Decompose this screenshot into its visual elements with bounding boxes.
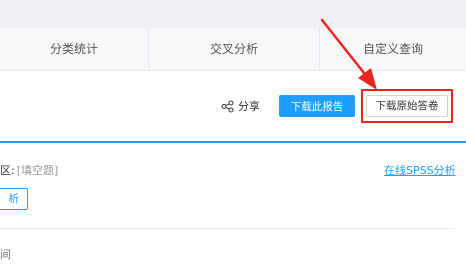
question-separator [0, 228, 455, 229]
question-title-text: 区: [0, 164, 15, 177]
share-label: 分享 [238, 100, 260, 113]
top-bar [0, 0, 466, 29]
tab-custom-query[interactable]: 自定义查询 [320, 28, 466, 70]
tab-cross-analysis[interactable]: 交叉分析 [149, 28, 319, 70]
analyze-button[interactable]: 析 [0, 188, 28, 210]
download-raw-responses-button[interactable]: 下载原始答卷 [366, 95, 448, 117]
question-title: 区: [填空题] [0, 162, 58, 178]
online-spss-analysis-link[interactable]: 在线SPSS分析 [384, 162, 456, 178]
share-button[interactable]: 分享 [221, 97, 260, 115]
tab-category-stats[interactable]: 分类统计 [0, 28, 148, 70]
section-divider-accent [0, 141, 466, 143]
analysis-tabs: 分类统计 交叉分析 自定义查询 [0, 28, 466, 71]
next-question-title: 间 [0, 248, 11, 261]
download-report-button[interactable]: 下载此报告 [279, 95, 355, 117]
share-icon [221, 100, 234, 112]
question-type: [填空题] [16, 164, 59, 177]
